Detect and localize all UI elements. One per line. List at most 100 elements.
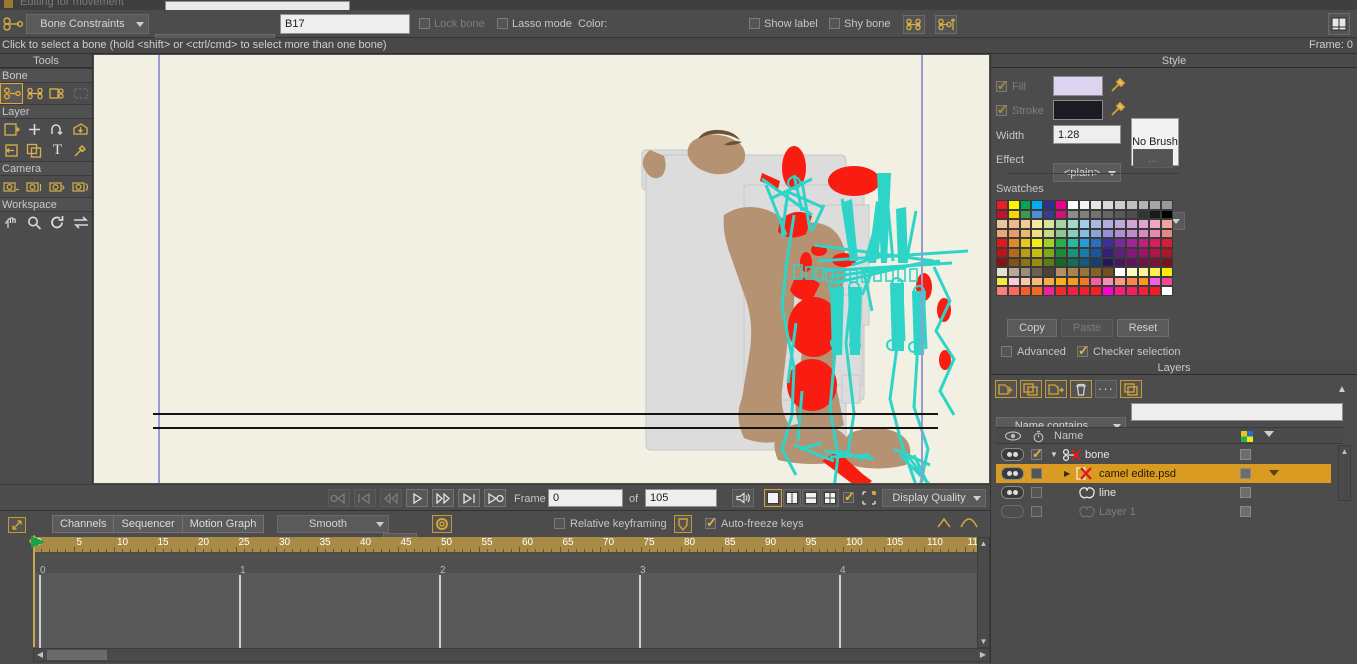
swatch-cell[interactable] [996, 238, 1008, 248]
swatch-cell[interactable] [1019, 267, 1032, 277]
bone-tool-icon[interactable] [2, 14, 24, 34]
layer-visibility-toggle[interactable] [1001, 486, 1024, 499]
rotate-workspace-tool[interactable] [46, 212, 69, 233]
swatch-cell[interactable] [1161, 238, 1173, 248]
swatch-cell[interactable] [1055, 286, 1067, 296]
viewport[interactable] [93, 54, 990, 484]
layer-animation-checkbox[interactable] [1031, 506, 1042, 517]
swatch-cell[interactable] [1114, 238, 1126, 248]
play-button[interactable] [406, 489, 428, 507]
next-keyframe-button[interactable] [458, 489, 480, 507]
swatch-cell[interactable] [1149, 219, 1162, 229]
onion-skin-toggle-icon[interactable] [432, 515, 452, 533]
swatch-cell[interactable] [1043, 219, 1055, 229]
layer-color-swatch[interactable] [1240, 487, 1251, 498]
lock-bone-checkbox[interactable] [419, 18, 430, 29]
swatch-cell[interactable] [1090, 257, 1103, 268]
swatch-cell[interactable] [1137, 238, 1150, 248]
camera-pan-tool[interactable] [69, 176, 92, 197]
swatch-cell[interactable] [1007, 219, 1020, 229]
rotate-layer-tool[interactable] [46, 119, 69, 140]
swatch-cell[interactable] [1043, 276, 1055, 287]
swatch-cell[interactable] [1066, 257, 1079, 268]
layer-color-swatch[interactable] [1240, 449, 1251, 460]
swatch-cell[interactable] [1149, 286, 1162, 296]
swatch-cell[interactable] [1114, 257, 1126, 268]
swatch-cell[interactable] [1007, 238, 1020, 248]
swatch-cell[interactable] [1149, 257, 1162, 268]
swatch-cell[interactable] [1078, 248, 1091, 258]
timeline-vscrollbar[interactable]: ▲ ▼ [977, 537, 990, 648]
swatch-cell[interactable] [1137, 248, 1150, 258]
go-to-end-button[interactable] [484, 489, 506, 507]
track-guide-line[interactable] [39, 575, 41, 648]
bind-layer-tool[interactable] [46, 83, 69, 104]
swatch-cell[interactable] [1125, 248, 1138, 258]
swatch-cell[interactable] [1055, 228, 1067, 239]
bone-region-tool[interactable] [69, 83, 92, 104]
camera-roll-tool[interactable] [46, 176, 69, 197]
swatch-cell[interactable] [1090, 286, 1103, 296]
playhead[interactable] [29, 535, 45, 647]
fill-checkbox[interactable] [996, 79, 1008, 92]
swatch-cell[interactable] [1031, 267, 1044, 277]
swatch-cell[interactable] [1125, 228, 1138, 239]
scroll-right-arrow-icon[interactable]: ▶ [978, 650, 988, 660]
swatch-cell[interactable] [1019, 238, 1032, 248]
swatch-cell[interactable] [1161, 209, 1173, 220]
layer-row[interactable]: ▼ bone [996, 445, 1331, 464]
swatch-cell[interactable] [1102, 286, 1114, 296]
swatch-cell[interactable] [1114, 248, 1126, 258]
swatch-cell[interactable] [1149, 228, 1162, 239]
library-book-icon[interactable] [1328, 13, 1350, 35]
swatch-cell[interactable] [1137, 257, 1150, 268]
stroke-eyedropper-icon[interactable] [1109, 100, 1129, 120]
timeline-tab[interactable]: Sequencer [113, 515, 183, 533]
reset-button[interactable]: Reset [1117, 319, 1169, 337]
more-options-icon[interactable]: ··· [1095, 380, 1117, 398]
layer-row[interactable]: ▶ camel edite.psd [996, 464, 1331, 483]
swatch-cell[interactable] [1031, 209, 1044, 220]
layout-two-columns-icon[interactable] [783, 489, 801, 507]
swatch-cell[interactable] [1078, 276, 1091, 287]
swatch-cell[interactable] [1078, 219, 1091, 229]
quad-checkbox[interactable] [843, 490, 855, 503]
relative-keyframing-checkbox[interactable] [554, 518, 565, 529]
swatch-cell[interactable] [1149, 276, 1162, 287]
swatch-cell[interactable] [1066, 228, 1079, 239]
swatch-cell[interactable] [1031, 228, 1044, 239]
swatch-cell[interactable] [1149, 248, 1162, 258]
layer-row[interactable]: Layer 1 [996, 502, 1331, 521]
swatch-cell[interactable] [996, 219, 1008, 229]
swatch-cell[interactable] [1102, 200, 1114, 210]
swatch-cell[interactable] [1161, 267, 1173, 277]
track-guide-line[interactable] [839, 575, 841, 648]
swatch-cell[interactable] [1137, 267, 1150, 277]
zoom-tool[interactable] [23, 212, 46, 233]
swatch-cell[interactable] [1114, 209, 1126, 220]
text-tool[interactable]: T [46, 140, 69, 161]
swatch-cell[interactable] [1043, 228, 1055, 239]
add-bone-tool[interactable] [23, 83, 46, 104]
swatch-cell[interactable] [1102, 238, 1114, 248]
swatch-cell[interactable] [1114, 267, 1126, 277]
layout-single-view-icon[interactable] [764, 489, 782, 507]
swatch-cell[interactable] [996, 286, 1008, 296]
swatch-cell[interactable] [1019, 219, 1032, 229]
flip-layer-h-tool[interactable] [0, 140, 23, 161]
swatch-cell[interactable] [996, 276, 1008, 287]
add-point-tool[interactable] [23, 119, 46, 140]
swatch-cell[interactable] [1149, 200, 1162, 210]
layout-two-rows-icon[interactable] [802, 489, 820, 507]
bone-offset-icon[interactable] [935, 15, 957, 34]
swatch-cell[interactable] [1043, 248, 1055, 258]
fill-eyedropper-icon[interactable] [1109, 76, 1129, 96]
swatch-cell[interactable] [1149, 238, 1162, 248]
swatch-cell[interactable] [1066, 267, 1079, 277]
layer-animation-checkbox[interactable] [1031, 487, 1042, 498]
copy-button[interactable]: Copy [1007, 319, 1057, 337]
swatch-cell[interactable] [1114, 219, 1126, 229]
timeline-tab[interactable]: Motion Graph [181, 515, 265, 533]
swatch-cell[interactable] [1149, 209, 1162, 220]
swatch-cell[interactable] [1007, 267, 1020, 277]
